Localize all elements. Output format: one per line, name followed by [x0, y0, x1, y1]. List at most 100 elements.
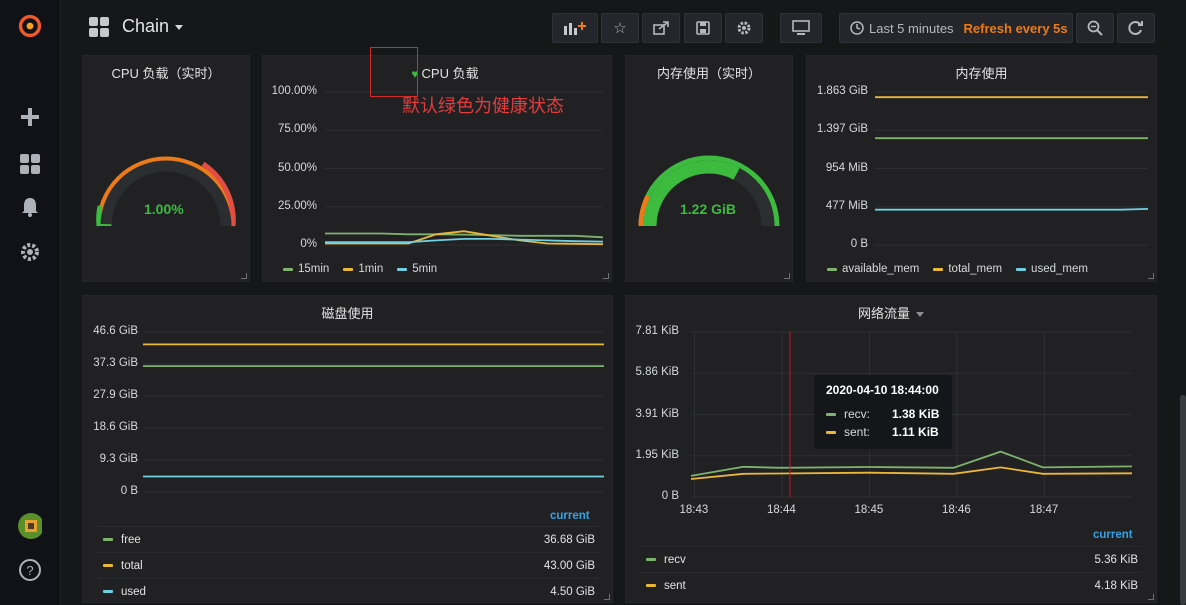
avatar[interactable]: [18, 513, 42, 539]
tooltip-row: sent: 1.11 KiB: [826, 423, 940, 441]
disk-panel[interactable]: 磁盘使用 46.6 GiB 37.3 GiB 27.9 GiB 18.6 GiB 9.3…: [82, 295, 613, 603]
series-line-15min: [325, 232, 604, 239]
star-icon: ☆: [613, 20, 627, 37]
star-button[interactable]: ☆: [601, 13, 639, 43]
legend-swatch: [103, 590, 113, 593]
legend-swatch: [646, 558, 656, 561]
annotation-highlight-box: [370, 47, 418, 97]
legend-label: total_mem: [948, 263, 1003, 275]
monitor-icon: [792, 20, 810, 35]
zoom-out-icon: [1087, 20, 1103, 36]
dashboard-grid-icon[interactable]: [89, 17, 109, 42]
series-line-5min: [325, 237, 604, 244]
time-picker-button[interactable]: Last 5 minutes Refresh every 5s: [839, 13, 1073, 43]
save-button[interactable]: [684, 13, 722, 43]
graph-legend: 15min 1min 5min: [283, 263, 437, 275]
legend-swatch: [827, 267, 837, 271]
legend-swatch: [933, 267, 944, 271]
legend-swatch: [646, 584, 656, 587]
legend-label: 1min: [358, 263, 384, 275]
tv-mode-button[interactable]: [780, 13, 822, 43]
legend-swatch: [397, 267, 408, 271]
legend-item[interactable]: available_mem: [827, 263, 919, 275]
cpu-gauge: [96, 156, 236, 227]
add-panel-button[interactable]: [552, 13, 598, 43]
dashboards-icon[interactable]: [18, 152, 42, 176]
legend-row[interactable]: recv 5.36 KiB: [640, 546, 1142, 572]
resize-handle[interactable]: [784, 273, 790, 279]
clock-icon: [850, 21, 864, 35]
legend-label: used: [121, 585, 146, 598]
legend-item[interactable]: 15min: [283, 263, 329, 275]
refresh-interval-label: Refresh every 5s: [963, 20, 1068, 36]
resize-handle[interactable]: [604, 594, 610, 600]
gauge-value: 1.22 GiB: [680, 201, 737, 217]
svg-text:?: ?: [26, 563, 33, 578]
legend-swatch: [283, 267, 293, 271]
legend-swatch: [343, 267, 354, 271]
scrollbar[interactable]: [1180, 395, 1186, 605]
graph-tooltip: 2020-04-10 18:44:00 recv: 1.38 KiB sent: 1…: [814, 375, 952, 449]
cpu-graph-panel[interactable]: ♥ CPU 负载 100.00% 75.00% 50.00% 25.00% 0% 15mi…: [262, 55, 612, 282]
dashboard-title[interactable]: Chain: [122, 16, 184, 37]
plus-icon[interactable]: [18, 105, 42, 129]
tooltip-row: recv: 1.38 KiB: [826, 405, 940, 423]
legend-item[interactable]: total_mem: [933, 263, 1002, 275]
legend-current-header[interactable]: current: [1093, 529, 1133, 541]
cpu-plot[interactable]: [263, 56, 613, 283]
mem-gauge-panel[interactable]: 内存使用（实时） 1.22 GiB: [625, 55, 793, 282]
resize-handle[interactable]: [603, 273, 609, 279]
chevron-down-icon: [175, 24, 184, 30]
side-menu: ?: [0, 0, 61, 605]
gauge-green-arc: [96, 205, 103, 227]
gear-icon[interactable]: [18, 240, 42, 264]
share-button[interactable]: [642, 13, 680, 43]
legend-label: 5min: [412, 263, 438, 275]
legend-row[interactable]: used 4.50 GiB: [97, 578, 599, 604]
grafana-logo-icon[interactable]: [18, 14, 42, 38]
help-icon[interactable]: ?: [18, 558, 42, 582]
legend-label: available_mem: [842, 263, 920, 275]
network-panel[interactable]: 网络流量 7.81 KiB 5.86 KiB 3.91 KiB 1.95 KiB 0 B…: [625, 295, 1157, 603]
legend-label: recv: [664, 553, 686, 566]
legend-swatch: [1016, 267, 1027, 271]
time-range-label: Last 5 minutes: [869, 20, 954, 36]
mem-graph-panel[interactable]: 内存使用 1.863 GiB 1.397 GiB 954 MiB 477 MiB 0 B…: [806, 55, 1157, 282]
settings-button[interactable]: [725, 13, 763, 43]
legend-item[interactable]: used_mem: [1016, 263, 1088, 275]
legend-row[interactable]: sent 4.18 KiB: [640, 572, 1142, 598]
x-tick-label: 18:43: [679, 504, 709, 516]
refresh-icon: [1128, 21, 1143, 35]
x-tick-label: 18:46: [942, 504, 971, 516]
legend-table: recv 5.36 KiB sent 4.18 KiB: [640, 546, 1142, 598]
legend-item[interactable]: 5min: [397, 263, 437, 275]
legend-value: 5.36 KiB: [1094, 553, 1138, 566]
memory-plot[interactable]: [807, 56, 1158, 283]
graph-legend: available_mem total_mem used_mem: [827, 263, 1088, 275]
legend-item[interactable]: 1min: [343, 263, 383, 275]
legend-swatch: [103, 564, 113, 567]
legend-table: free 36.68 GiB total 43.00 GiB used 4.50 GiB: [97, 526, 599, 604]
refresh-button[interactable]: [1117, 13, 1155, 43]
cog-icon: [737, 21, 751, 35]
legend-label: used_mem: [1031, 263, 1088, 275]
resize-handle[interactable]: [1148, 273, 1154, 279]
disk-plot[interactable]: [83, 296, 614, 496]
resize-handle[interactable]: [241, 273, 247, 279]
gauge-value: 1.00%: [144, 201, 184, 217]
series-line-sent: [690, 466, 1133, 480]
bell-icon[interactable]: [18, 195, 42, 219]
legend-label: sent: [664, 579, 686, 592]
legend-current-header[interactable]: current: [550, 510, 590, 522]
legend-value: 4.50 GiB: [550, 585, 595, 598]
legend-row[interactable]: total 43.00 GiB: [97, 552, 599, 578]
zoom-out-button[interactable]: [1076, 13, 1114, 43]
mem-gauge: [638, 155, 780, 227]
legend-value: 43.00 GiB: [543, 559, 595, 572]
x-tick-label: 18:47: [1029, 504, 1059, 516]
resize-handle[interactable]: [1148, 594, 1154, 600]
cpu-gauge-panel[interactable]: CPU 负载（实时） 1.00%: [82, 55, 250, 282]
legend-label: 15min: [298, 263, 330, 275]
legend-row[interactable]: free 36.68 GiB: [97, 526, 599, 552]
share-icon: [653, 21, 669, 35]
